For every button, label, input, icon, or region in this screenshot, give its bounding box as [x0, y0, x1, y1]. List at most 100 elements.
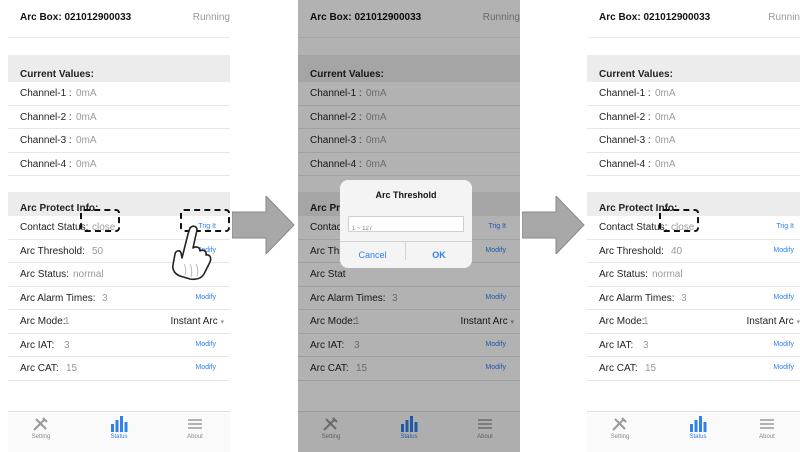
- arc-status-value: normal: [652, 269, 683, 280]
- box-title: Arc Box: 021012900033: [20, 12, 132, 23]
- arc-cat-label: Arc CAT:: [599, 363, 638, 374]
- screen-after: Arc Box: 021012900033 Runnin Current Val…: [587, 0, 800, 452]
- cancel-button[interactable]: Cancel: [340, 242, 406, 260]
- channel-row: Channel-3 : 0mA: [8, 129, 230, 153]
- box-title: Arc Box: 021012900033: [599, 12, 711, 23]
- arc-mode-label: Arc Mode:: [20, 316, 66, 327]
- tab-label: Status: [110, 434, 128, 440]
- channel-label: Channel-3 :: [599, 135, 651, 146]
- channel-label: Channel-4 :: [20, 158, 72, 170]
- channel-label: Channel-2 :: [599, 111, 651, 123]
- arc-cat-modify-button[interactable]: Modify: [773, 364, 794, 371]
- chevron-down-icon: ▾: [220, 319, 224, 326]
- arc-mode-select[interactable]: Instant Arc ▾: [170, 316, 224, 327]
- channel-label: Channel-1 :: [599, 88, 651, 99]
- arc-iat-label: Arc IAT:: [20, 339, 55, 351]
- arc-cat-row: Arc CAT: 15 Modify: [8, 357, 230, 381]
- alarm-times-label: Arc Alarm Times:: [599, 292, 675, 304]
- threshold-input[interactable]: [349, 222, 463, 236]
- alarm-times-modify-button[interactable]: Modify: [773, 294, 794, 301]
- arc-cat-label: Arc CAT:: [20, 363, 59, 374]
- header: Arc Box: 021012900033 Runnin: [587, 0, 800, 38]
- tab-about[interactable]: About: [170, 416, 220, 440]
- channel-row: Channel-4 : 0mA: [587, 153, 800, 176]
- alarm-times-value: 3: [681, 292, 687, 304]
- threshold-value: 50: [92, 245, 104, 257]
- threshold-value: 40: [671, 245, 683, 257]
- chevron-down-icon: ▾: [796, 319, 800, 326]
- channel-row: Channel-2 : 0mA: [8, 106, 230, 129]
- channel-value: 0mA: [76, 111, 97, 123]
- arc-mode-selected: Instant Arc: [746, 316, 794, 327]
- threshold-label: Arc Threshold:: [599, 245, 664, 257]
- tab-status[interactable]: Status: [94, 416, 144, 440]
- trig-it-button[interactable]: Trig It: [776, 223, 794, 230]
- arc-mode-selected: Instant Arc: [170, 316, 218, 327]
- arc-mode-label: Arc Mode:: [599, 316, 645, 327]
- tab-setting[interactable]: Setting: [595, 416, 645, 440]
- tab-bar: Setting Status About: [587, 411, 800, 452]
- arc-status-label: Arc Status:: [20, 269, 69, 280]
- tools-icon: [612, 417, 627, 431]
- arc-status-label: Arc Status:: [599, 269, 648, 280]
- threshold-modify-button[interactable]: Modify: [773, 247, 794, 254]
- arc-mode-row: Arc Mode: 1 Instant Arc ▾: [587, 310, 800, 334]
- ok-button[interactable]: OK: [406, 250, 472, 260]
- tab-bar: Setting Status About: [8, 411, 230, 452]
- threshold-label: Arc Threshold:: [20, 245, 85, 257]
- arc-cat-value: 15: [645, 363, 657, 374]
- channel-label: Channel-2 :: [20, 111, 72, 123]
- arc-threshold-dialog: Arc Threshold Cancel OK: [340, 180, 472, 268]
- running-status: Running: [192, 12, 230, 23]
- arc-cat-row: Arc CAT: 15 Modify: [587, 357, 800, 381]
- arc-iat-value: 3: [643, 339, 649, 351]
- running-status: Runnin: [768, 12, 800, 23]
- arc-cat-modify-button[interactable]: Modify: [195, 364, 216, 371]
- dialog-buttons: Cancel OK: [340, 241, 472, 268]
- screen-before: Arc Box: 021012900033 Running Current Va…: [8, 0, 230, 452]
- alarm-times-modify-button[interactable]: Modify: [195, 294, 216, 301]
- threshold-row: Arc Threshold: 40 Modify: [587, 240, 800, 263]
- tab-label: Setting: [610, 434, 630, 440]
- arrow-right-icon: [522, 196, 585, 254]
- contact-status-label: Contact Status:: [599, 222, 668, 233]
- channel-value: 0mA: [76, 135, 97, 146]
- channel-label: Channel-1 :: [20, 88, 72, 99]
- tab-label: Setting: [31, 434, 51, 440]
- arc-iat-row: Arc IAT: 3 Modify: [587, 334, 800, 357]
- bar-chart-icon: [111, 416, 128, 432]
- arc-iat-label: Arc IAT:: [599, 339, 634, 351]
- section-current-values: Current Values:: [587, 55, 800, 82]
- tab-label: Status: [689, 434, 707, 440]
- channel-row: Channel-1 : 0mA: [8, 82, 230, 106]
- arc-iat-modify-button[interactable]: Modify: [195, 341, 216, 348]
- channel-label: Channel-4 :: [599, 158, 651, 170]
- channel-value: 0mA: [655, 111, 676, 123]
- arc-mode-row: Arc Mode: 1 Instant Arc ▾: [8, 310, 230, 334]
- tab-about[interactable]: About: [742, 416, 792, 440]
- tab-label: About: [759, 434, 775, 440]
- dialog-title: Arc Threshold: [375, 190, 437, 200]
- section-current-values: Current Values:: [8, 55, 230, 82]
- highlight-threshold-value: [80, 209, 120, 232]
- arc-iat-modify-button[interactable]: Modify: [773, 341, 794, 348]
- channel-value: 0mA: [76, 158, 97, 170]
- channel-label: Channel-3 :: [20, 135, 72, 146]
- channel-row: Channel-2 : 0mA: [587, 106, 800, 129]
- channel-value: 0mA: [655, 135, 676, 146]
- bar-chart-icon: [690, 416, 707, 432]
- alarm-times-row: Arc Alarm Times: 3 Modify: [8, 287, 230, 310]
- arc-mode-value: 1: [643, 316, 649, 327]
- arc-status-row: Arc Status: normal: [587, 263, 800, 287]
- hand-pointer-icon: [172, 225, 212, 281]
- arc-mode-value: 1: [64, 316, 70, 327]
- alarm-times-row: Arc Alarm Times: 3 Modify: [587, 287, 800, 310]
- channel-value: 0mA: [655, 88, 676, 99]
- tab-status[interactable]: Status: [673, 416, 723, 440]
- threshold-input-box: [348, 216, 464, 236]
- highlight-threshold-value: [659, 209, 699, 232]
- menu-icon: [188, 419, 202, 429]
- arc-mode-select[interactable]: Instant Arc ▾: [746, 316, 800, 327]
- tools-icon: [33, 417, 48, 431]
- tab-setting[interactable]: Setting: [16, 416, 66, 440]
